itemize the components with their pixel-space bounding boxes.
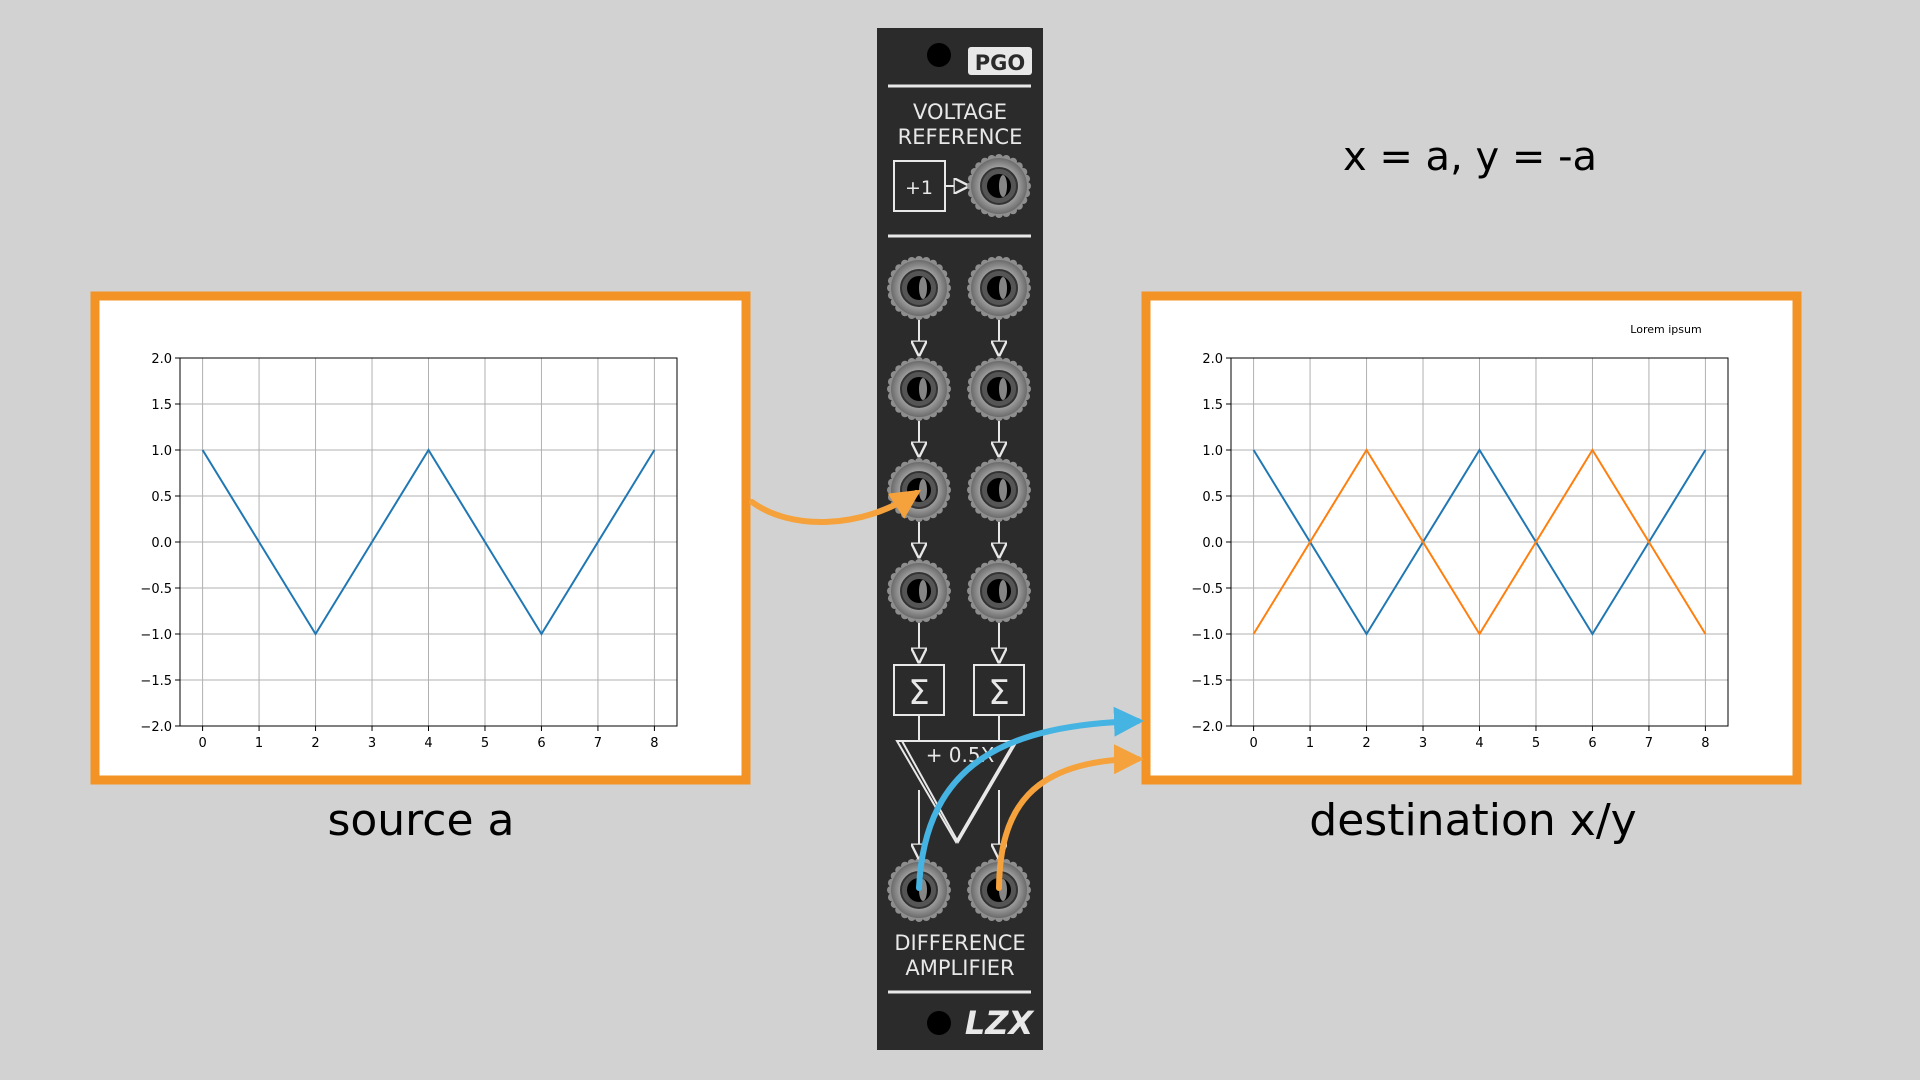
x-tick-label: 2 <box>1362 736 1370 751</box>
x-tick-label: 3 <box>368 736 376 751</box>
y-tick-label: 1.5 <box>151 398 172 413</box>
x-tick-label: 4 <box>424 736 432 751</box>
jack-r3-c2[interactable] <box>967 458 1031 522</box>
jack-reference-out[interactable] <box>967 154 1031 218</box>
destination-chart-frame <box>1141 291 1802 785</box>
x-tick-label: 6 <box>537 736 545 751</box>
x-tick-label: 4 <box>1475 736 1483 751</box>
x-tick-label: 8 <box>650 736 658 751</box>
y-tick-label: 2.0 <box>151 352 172 367</box>
x-tick-label: 6 <box>1588 736 1596 751</box>
chart-annotation: Lorem ipsum <box>1630 323 1701 336</box>
y-tick-label: 0.0 <box>1202 536 1223 551</box>
y-tick-label: 1.5 <box>1202 398 1223 413</box>
y-tick-label: −2.0 <box>1191 720 1223 735</box>
jack-r4-c2[interactable] <box>967 559 1031 623</box>
jack-r3-c1[interactable] <box>887 458 951 522</box>
source-chart-frame <box>90 291 751 785</box>
section-bottom-line2: AMPLIFIER <box>905 956 1014 980</box>
y-tick-label: −1.5 <box>140 674 172 689</box>
jack-r2-c1[interactable] <box>887 357 951 421</box>
section-title-line1: VOLTAGE <box>913 100 1007 124</box>
mount-hole-top <box>927 43 951 67</box>
y-tick-label: 0.0 <box>151 536 172 551</box>
y-tick-label: 1.0 <box>1202 444 1223 459</box>
x-tick-label: 1 <box>255 736 263 751</box>
x-tick-label: 0 <box>1249 736 1257 751</box>
mount-hole-bottom <box>927 1011 951 1035</box>
x-tick-label: 5 <box>1532 736 1540 751</box>
y-tick-label: 2.0 <box>1202 352 1223 367</box>
x-tick-label: 2 <box>311 736 319 751</box>
y-tick-label: −0.5 <box>140 582 172 597</box>
y-tick-label: −1.0 <box>1191 628 1223 643</box>
x-tick-label: 8 <box>1701 736 1709 751</box>
jack-r1-c2[interactable] <box>967 256 1031 320</box>
jack-r2-c2[interactable] <box>967 357 1031 421</box>
section-title-line2: REFERENCE <box>898 125 1023 149</box>
jack-r1-c1[interactable] <box>887 256 951 320</box>
pgo-module: PGO VOLTAGE REFERENCE +1 Σ Σ + 0.5X DIFF… <box>877 28 1043 1050</box>
source-caption: source a <box>327 795 514 846</box>
jack-r4-c1[interactable] <box>887 559 951 623</box>
x-tick-label: 5 <box>481 736 489 751</box>
sum-symbol-right: Σ <box>988 673 1009 713</box>
x-tick-label: 1 <box>1306 736 1314 751</box>
y-tick-label: 1.0 <box>151 444 172 459</box>
x-tick-label: 3 <box>1419 736 1427 751</box>
y-tick-label: −2.0 <box>140 720 172 735</box>
y-tick-label: −1.5 <box>1191 674 1223 689</box>
ref-box-label: +1 <box>905 177 933 199</box>
equation-text: x = a, y = -a <box>1343 134 1597 180</box>
section-bottom-line1: DIFFERENCE <box>894 931 1025 955</box>
destination-chart: 0 1 2 3 4 5 6 7 8 2.0 1.5 1.0 0.5 0.0 −0.5 −1.0 −1.5 −2.0… <box>1141 291 1802 785</box>
module-badge: PGO <box>975 51 1025 75</box>
x-tick-label: 0 <box>198 736 206 751</box>
lzx-logo: LZX <box>965 1004 1035 1042</box>
x-tick-label: 7 <box>594 736 602 751</box>
y-tick-label: −1.0 <box>140 628 172 643</box>
y-tick-label: −0.5 <box>1191 582 1223 597</box>
x-tick-label: 7 <box>1645 736 1653 751</box>
sum-symbol-left: Σ <box>908 673 929 713</box>
destination-caption: destination x/y <box>1309 795 1636 846</box>
y-tick-label: 0.5 <box>1202 490 1223 505</box>
source-chart: 0 1 2 3 4 5 6 7 8 2.0 1.5 1.0 0.5 0.0 −0.5 −1.0 −1.5 −2.0 <box>90 291 751 785</box>
y-tick-label: 0.5 <box>151 490 172 505</box>
diagram-canvas: x = a, y = -a 0 1 2 3 4 5 6 7 8 2.0 1.5 1.0 0.5 0.0 −0… <box>90 28 1802 1050</box>
